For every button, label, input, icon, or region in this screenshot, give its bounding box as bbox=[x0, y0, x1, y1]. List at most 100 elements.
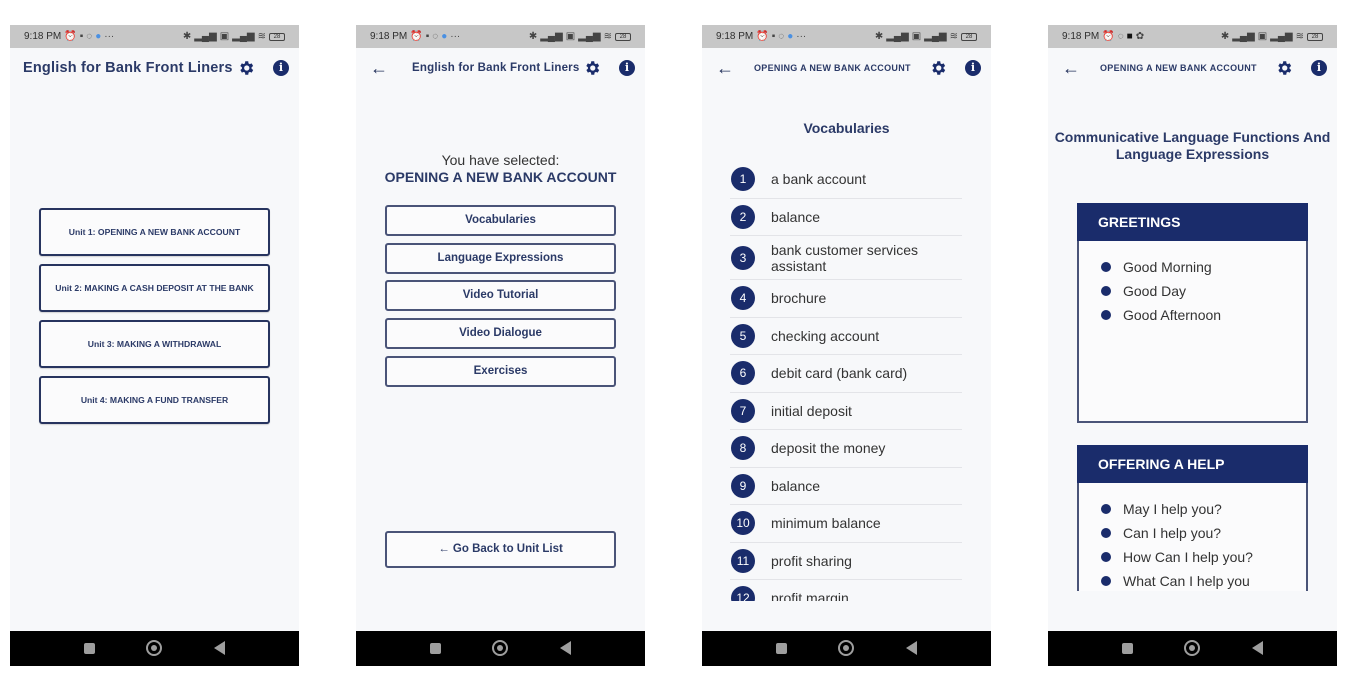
vocab-item[interactable]: 8 deposit the money bbox=[730, 430, 962, 468]
vocab-item[interactable]: 9 balance bbox=[730, 468, 962, 505]
sim-icon: ▣ bbox=[219, 30, 230, 42]
unit-1-button[interactable]: Unit 1: OPENING A NEW BANK ACCOUNT bbox=[39, 208, 270, 256]
vocab-text: debit card (bank card) bbox=[771, 365, 908, 382]
more-notifications-icon: ··· bbox=[104, 30, 115, 42]
selected-label: You have selected: bbox=[441, 152, 560, 168]
status-bar: 9:18 PM ⏰ ▪ ◌ ● ··· ✱ ▂▄▆ ▣ ▂▄▆ ≋ 28 bbox=[356, 25, 645, 48]
recents-icon[interactable] bbox=[1122, 643, 1133, 654]
bluetooth-icon: ✱ bbox=[1220, 30, 1230, 42]
signal-2-icon: ▂▄▆ bbox=[578, 30, 601, 42]
vocab-item[interactable]: 10 minimum balance bbox=[730, 505, 962, 543]
alarm-icon: ⏰ bbox=[1102, 30, 1115, 42]
expression-item: Good Day bbox=[1101, 279, 1306, 303]
app-title: OPENING A NEW BANK ACCOUNT bbox=[1100, 63, 1257, 73]
info-icon[interactable]: i bbox=[1311, 60, 1327, 76]
expression-text: What Can I help you bbox=[1123, 573, 1250, 589]
home-icon[interactable] bbox=[146, 640, 162, 656]
back-arrow-icon[interactable]: ← bbox=[370, 58, 390, 78]
bluetooth-icon: ✱ bbox=[874, 30, 884, 42]
app-title: English for Bank Front Liners bbox=[23, 60, 233, 76]
offering-help-card: OFFERING A HELP May I help you? Can I he… bbox=[1077, 445, 1308, 605]
gear-icon[interactable] bbox=[237, 59, 255, 77]
gear-icon[interactable] bbox=[1275, 59, 1293, 77]
back-triangle-icon[interactable] bbox=[906, 641, 917, 655]
vocabularies-button[interactable]: Vocabularies bbox=[385, 205, 616, 236]
expression-item: What Can I help you bbox=[1101, 569, 1306, 593]
status-bar: 9:18 PM ⏰ ▪ ◌ ● ··· ✱ ▂▄▆ ▣ ▂▄▆ ≋ 28 bbox=[10, 25, 299, 48]
info-icon[interactable]: i bbox=[619, 60, 635, 76]
recents-icon[interactable] bbox=[84, 643, 95, 654]
back-triangle-icon[interactable] bbox=[1252, 641, 1263, 655]
vocab-text: profit sharing bbox=[771, 552, 852, 569]
expression-item: Good Afternoon bbox=[1101, 303, 1306, 327]
vocab-item[interactable]: 12 profit margin bbox=[730, 580, 962, 601]
back-arrow-icon[interactable]: ← bbox=[1062, 58, 1082, 78]
settings-notification-icon: ✿ bbox=[1135, 30, 1145, 42]
expression-item: Good Morning bbox=[1101, 255, 1306, 279]
unit-3-button[interactable]: Unit 3: MAKING A WITHDRAWAL bbox=[39, 320, 270, 368]
app-bar: ← OPENING A NEW BANK ACCOUNT i bbox=[702, 48, 991, 88]
more-notifications-icon: ··· bbox=[450, 30, 461, 42]
info-icon[interactable]: i bbox=[273, 60, 289, 76]
screen-unit-menu: 9:18 PM ⏰ ▪ ◌ ● ··· ✱ ▂▄▆ ▣ ▂▄▆ ≋ 28 ← E… bbox=[356, 25, 645, 666]
system-nav-bar bbox=[702, 631, 991, 666]
home-icon[interactable] bbox=[1184, 640, 1200, 656]
vocabulary-list[interactable]: 1 a bank account 2 balance 3 bank customer … bbox=[730, 161, 962, 601]
gear-icon[interactable] bbox=[583, 59, 601, 77]
app-notification-icon: ● bbox=[787, 30, 794, 42]
system-nav-bar bbox=[356, 631, 645, 666]
vocab-item[interactable]: 1 a bank account bbox=[730, 161, 962, 199]
bullet-icon bbox=[1101, 528, 1111, 538]
status-bar: 9:18 PM ⏰ ◌ ■ ✿ ✱ ▂▄▆ ▣ ▂▄▆ ≋ 28 bbox=[1048, 25, 1337, 48]
item-number-badge: 10 bbox=[731, 511, 755, 536]
greetings-card: GREETINGS Good Morning Good Day Good Aft… bbox=[1077, 203, 1308, 423]
info-icon[interactable]: i bbox=[965, 60, 981, 76]
gear-icon[interactable] bbox=[929, 59, 947, 77]
video-tutorial-button[interactable]: Video Tutorial bbox=[385, 280, 616, 312]
bluetooth-icon: ✱ bbox=[182, 30, 192, 42]
vocab-text: profit margin bbox=[771, 590, 849, 601]
bullet-icon bbox=[1101, 262, 1111, 272]
home-icon[interactable] bbox=[492, 640, 508, 656]
unit-4-button[interactable]: Unit 4: MAKING A FUND TRANSFER bbox=[39, 376, 270, 424]
back-arrow-icon[interactable]: ← bbox=[716, 58, 736, 78]
app-title: OPENING A NEW BANK ACCOUNT bbox=[754, 63, 911, 73]
home-icon[interactable] bbox=[838, 640, 854, 656]
recents-icon[interactable] bbox=[430, 643, 441, 654]
sim-icon: ▣ bbox=[1257, 30, 1268, 42]
recents-icon[interactable] bbox=[776, 643, 787, 654]
wifi-icon: ≋ bbox=[257, 30, 266, 42]
app-bar: English for Bank Front Liners i bbox=[10, 48, 299, 88]
expression-list: May I help you? Can I help you? How Can … bbox=[1079, 483, 1306, 593]
vocab-item[interactable]: 6 debit card (bank card) bbox=[730, 355, 962, 393]
vocab-item[interactable]: 2 balance bbox=[730, 199, 962, 236]
vocab-item[interactable]: 3 bank customer services assistant bbox=[730, 236, 962, 280]
app-notification-icon: ● bbox=[95, 30, 102, 42]
app-bar: ← English for Bank Front Liners i bbox=[356, 48, 645, 88]
language-expressions-button[interactable]: Language Expressions bbox=[385, 242, 616, 274]
video-dialogue-button[interactable]: Video Dialogue bbox=[385, 318, 616, 350]
exercises-button[interactable]: Exercises bbox=[385, 355, 616, 387]
vocab-item[interactable]: 5 checking account bbox=[730, 318, 962, 355]
unit-2-button[interactable]: Unit 2: MAKING A CASH DEPOSIT AT THE BAN… bbox=[39, 264, 270, 312]
vocab-item[interactable]: 4 brochure bbox=[730, 280, 962, 318]
sync-icon: ◌ bbox=[1117, 30, 1124, 42]
signal-icon: ▂▄▆ bbox=[540, 30, 563, 42]
back-triangle-icon[interactable] bbox=[560, 641, 571, 655]
screen-language-expressions: 9:18 PM ⏰ ◌ ■ ✿ ✱ ▂▄▆ ▣ ▂▄▆ ≋ 28 ← OPENI… bbox=[1048, 25, 1337, 666]
screen-unit-list: 9:18 PM ⏰ ▪ ◌ ● ··· ✱ ▂▄▆ ▣ ▂▄▆ ≋ 28 Eng… bbox=[10, 25, 299, 666]
back-triangle-icon[interactable] bbox=[214, 641, 225, 655]
signal-icon: ▂▄▆ bbox=[194, 30, 217, 42]
vocab-item[interactable]: 11 profit sharing bbox=[730, 543, 962, 580]
battery-icon: 28 bbox=[961, 32, 977, 41]
bullet-icon bbox=[1101, 504, 1111, 514]
vocab-item[interactable]: 7 initial deposit bbox=[730, 393, 962, 430]
item-number-badge: 12 bbox=[731, 586, 755, 601]
screen-vocabularies: 9:18 PM ⏰ ▪ ◌ ● ··· ✱ ▂▄▆ ▣ ▂▄▆ ≋ 28 ← O… bbox=[702, 25, 991, 666]
vocab-text: balance bbox=[771, 208, 821, 225]
go-back-button[interactable]: ← Go Back to Unit List bbox=[385, 531, 616, 568]
square-notification-icon: ■ bbox=[1126, 30, 1133, 42]
vocab-text: brochure bbox=[771, 290, 827, 307]
bullet-icon bbox=[1101, 310, 1111, 320]
item-number-badge: 3 bbox=[731, 245, 755, 270]
